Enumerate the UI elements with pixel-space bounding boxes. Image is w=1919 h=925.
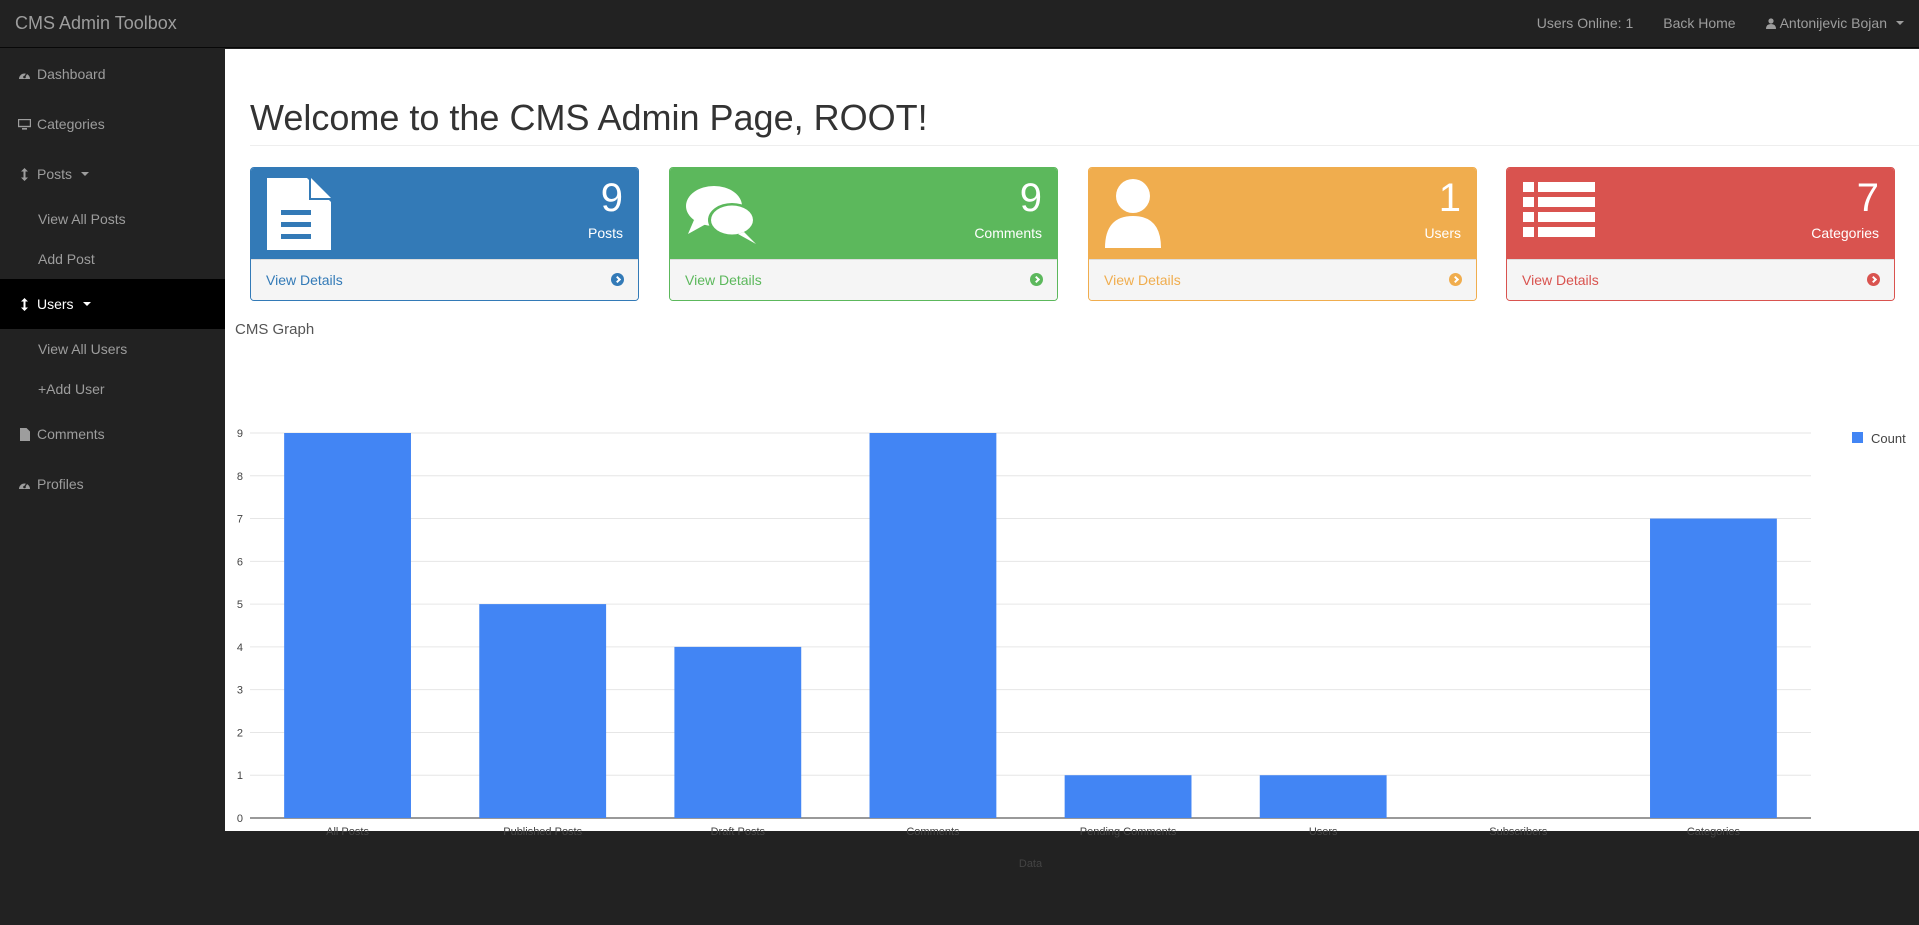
y-tick-label: 9 [237,428,243,440]
sidebar-item-label: Dashboard [37,66,106,82]
y-tick-label: 5 [237,599,243,611]
panel-count: 9 [600,176,623,220]
bar [1259,775,1387,818]
sidebar-item-label: Comments [37,426,105,442]
legend-label: Count [1871,431,1906,446]
panel-heading: 9 Posts [251,168,638,260]
sidebar-subitem-add-post[interactable]: Add Post [38,251,95,267]
sidebar-item-label: Users [37,296,74,312]
divider [250,145,1919,146]
top-navbar: CMS Admin Toolbox Users Online: 1 Back H… [0,0,1919,48]
sidebar-item-comments[interactable]: Comments [0,421,225,447]
user-icon [1105,179,1161,248]
panel-count: 7 [1856,176,1879,220]
view-details-link[interactable]: View Details [1522,272,1599,288]
y-tick-label: 4 [237,642,243,654]
file-text-icon [267,178,331,250]
dashboard-icon [18,68,31,81]
bar [1650,518,1777,818]
arrow-circle-right-icon [1030,273,1043,286]
arrow-circle-right-icon [1867,273,1880,286]
panel-footer[interactable]: View Details [670,259,1057,300]
x-tick-label: Pending Comments [1080,826,1177,838]
sidebar-item-label: Categories [37,116,105,132]
file-icon [18,427,31,441]
x-tick-label: Users [1309,826,1338,838]
user-dropdown[interactable]: Antonijevic Bojan [1765,15,1904,31]
sidebar-item-dashboard[interactable]: Dashboard [0,61,225,87]
sidebar-subitem-view-all-users[interactable]: View All Users [38,341,127,357]
panel-footer[interactable]: View Details [1089,259,1476,300]
bar [674,646,802,818]
sidebar-item-label: Profiles [37,476,84,492]
panel-label: Comments [974,225,1042,241]
y-tick-label: 2 [237,727,243,739]
chevron-down-icon [81,172,90,176]
view-details-link[interactable]: View Details [266,272,343,288]
arrows-v-icon [18,167,31,181]
y-tick-label: 8 [237,471,243,483]
panel-comments: 9 Comments View Details [669,167,1058,301]
arrows-v-icon [18,297,31,311]
view-details-link[interactable]: View Details [685,272,762,288]
chevron-down-icon [82,302,91,306]
arrow-circle-right-icon [611,273,624,286]
cms-bar-chart: 0 1 2 3 4 5 6 7 8 9 All Posts Published Posts Draft … [237,428,1906,870]
sidebar-item-users[interactable]: Users [0,279,225,329]
panel-users: 1 Users View Details [1088,167,1477,301]
sidebar-item-label: Posts [37,166,73,182]
user-name: Antonijevic Bojan [1779,15,1887,31]
sidebar: Dashboard Categories Posts View All Post… [0,49,225,925]
y-tick-label: 0 [237,813,243,825]
navbar-right: Users Online: 1 Back Home Antonijevic Bo… [1537,15,1904,31]
y-tick-label: 3 [237,685,243,697]
panel-categories: 7 Categories View Details [1506,167,1895,301]
y-tick-label: 7 [237,514,243,526]
list-icon [1523,182,1595,237]
users-online-link[interactable]: Users Online: 1 [1537,15,1633,31]
graph-title: CMS Graph [235,321,315,338]
comments-icon [686,186,756,244]
bar [284,433,411,818]
panel-heading: 1 Users [1089,168,1476,260]
back-home-link[interactable]: Back Home [1663,15,1735,31]
panel-label: Posts [587,225,623,241]
panel-count: 9 [1019,176,1042,220]
brand-link[interactable]: CMS Admin Toolbox [15,13,177,34]
panel-heading: 9 Comments [670,168,1057,260]
x-tick-label: All Posts [326,826,369,838]
chevron-down-icon [1896,21,1904,25]
x-tick-label: Subscribers [1489,826,1548,838]
page-title: Welcome to the CMS Admin Page, ROOT! [250,97,928,138]
arrow-circle-right-icon [1449,273,1462,286]
main-content: Welcome to the CMS Admin Page, ROOT! 9 P… [225,49,1919,870]
panel-label: Categories [1811,225,1879,241]
panel-footer[interactable]: View Details [1507,259,1894,300]
dashboard-icon [18,478,31,491]
sidebar-subitem-view-all-posts[interactable]: View All Posts [38,211,126,227]
x-tick-label: Categories [1687,826,1741,838]
view-details-link[interactable]: View Details [1104,272,1181,288]
sidebar-item-profiles[interactable]: Profiles [0,471,225,497]
x-tick-label: Draft Posts [711,826,766,838]
panel-label: Users [1424,225,1461,241]
desktop-icon [18,118,31,131]
panel-posts: 9 Posts View Details [250,167,639,301]
y-tick-label: 6 [237,556,243,568]
x-tick-label: Comments [906,826,960,838]
panel-footer[interactable]: View Details [251,259,638,300]
legend-swatch [1852,432,1863,443]
sidebar-item-posts[interactable]: Posts [0,161,225,187]
bar [1064,775,1192,818]
user-icon [1765,17,1776,29]
panel-count: 1 [1438,176,1461,220]
sidebar-subitem-add-user[interactable]: +Add User [38,381,105,397]
sidebar-item-categories[interactable]: Categories [0,111,225,137]
panel-heading: 7 Categories [1507,168,1894,260]
y-tick-label: 1 [237,770,243,782]
bar [869,433,997,818]
x-tick-label: Published Posts [503,826,582,838]
bar [479,604,607,818]
x-axis-title: Data [1019,858,1043,870]
